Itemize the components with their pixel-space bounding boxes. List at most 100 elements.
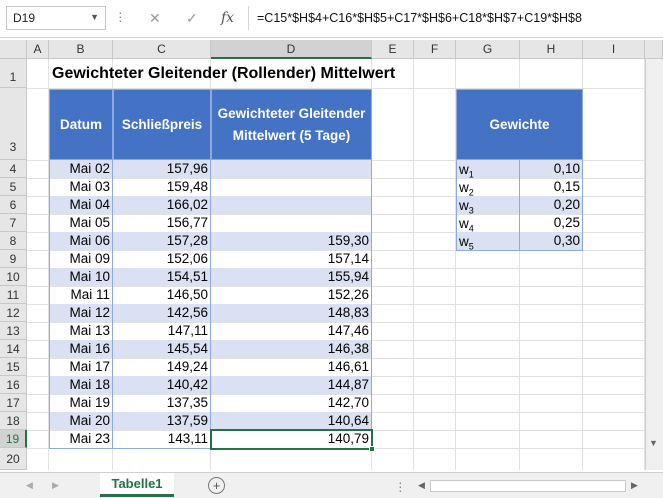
row-header-12[interactable]: 12 — [0, 304, 27, 322]
scroll-left-icon[interactable]: ◀ — [418, 480, 425, 491]
wma-cell[interactable]: 157,14 — [211, 250, 372, 268]
wma-cell[interactable]: 147,46 — [211, 322, 372, 340]
selected-cell-d19[interactable] — [210, 429, 373, 450]
date-cell[interactable]: Mai 19 — [49, 394, 113, 412]
wma-cell[interactable]: 146,38 — [211, 340, 372, 358]
fill-handle[interactable] — [369, 446, 375, 452]
select-all-corner[interactable] — [0, 40, 27, 59]
row-header-19[interactable]: 19 — [0, 430, 27, 448]
price-cell[interactable]: 159,48 — [113, 178, 211, 196]
row-header-15[interactable]: 15 — [0, 358, 27, 376]
column-header-h[interactable]: H — [520, 40, 583, 59]
price-cell[interactable]: 146,50 — [113, 286, 211, 304]
confirm-icon[interactable]: ✓ — [186, 10, 198, 27]
row-header-5[interactable]: 5 — [0, 178, 27, 196]
price-cell[interactable]: 154,51 — [113, 268, 211, 286]
weight-value[interactable]: 0,15 — [520, 178, 583, 196]
weight-value[interactable]: 0,30 — [520, 232, 583, 250]
wma-cell[interactable]: 142,70 — [211, 394, 372, 412]
row-header-14[interactable]: 14 — [0, 340, 27, 358]
price-cell[interactable]: 145,54 — [113, 340, 211, 358]
date-cell[interactable]: Mai 02 — [49, 160, 113, 178]
column-header-i[interactable]: I — [583, 40, 645, 59]
wma-cell[interactable]: 159,30 — [211, 232, 372, 250]
weight-label[interactable]: w2 — [457, 178, 519, 196]
column-header-b[interactable]: B — [49, 40, 113, 59]
formula-input[interactable]: =C15*$H$4+C16*$H$5+C17*$H$6+C18*$H$7+C19… — [248, 6, 658, 30]
price-cell[interactable]: 147,11 — [113, 322, 211, 340]
next-sheet-icon[interactable]: ▶ — [52, 480, 59, 491]
price-cell[interactable]: 142,56 — [113, 304, 211, 322]
row-header-20[interactable]: 20 — [0, 448, 27, 470]
weight-label[interactable]: w4 — [457, 214, 519, 232]
scroll-right-icon[interactable]: ▶ — [631, 480, 638, 491]
wma-cell[interactable] — [211, 196, 372, 214]
price-cell[interactable]: 157,28 — [113, 232, 211, 250]
date-cell[interactable]: Mai 13 — [49, 322, 113, 340]
add-sheet-icon[interactable]: + — [208, 477, 225, 494]
row-header-7[interactable]: 7 — [0, 214, 27, 232]
wma-cell[interactable] — [211, 178, 372, 196]
date-cell[interactable]: Mai 05 — [49, 214, 113, 232]
date-cell[interactable]: Mai 18 — [49, 376, 113, 394]
wma-cell[interactable]: 148,83 — [211, 304, 372, 322]
weight-label[interactable]: w5 — [457, 232, 519, 250]
date-cell[interactable]: Mai 12 — [49, 304, 113, 322]
insert-function-icon[interactable]: fx — [221, 10, 234, 26]
tab-splitter-icon[interactable]: · · · — [398, 475, 404, 497]
scroll-down-icon[interactable]: ▼ — [649, 438, 658, 448]
wma-cell[interactable]: 144,87 — [211, 376, 372, 394]
column-header-f[interactable]: F — [414, 40, 456, 59]
row-header-17[interactable]: 17 — [0, 394, 27, 412]
wma-cell[interactable]: 146,61 — [211, 358, 372, 376]
price-cell[interactable]: 157,96 — [113, 160, 211, 178]
price-cell[interactable]: 137,59 — [113, 412, 211, 430]
row-header-10[interactable]: 10 — [0, 268, 27, 286]
weight-label[interactable]: w1 — [457, 160, 519, 178]
row-header-1[interactable]: 1 — [0, 59, 27, 88]
column-header-e[interactable]: E — [372, 40, 414, 59]
date-cell[interactable]: Mai 16 — [49, 340, 113, 358]
column-header-a[interactable]: A — [27, 40, 49, 59]
row-header-4[interactable]: 4 — [0, 160, 27, 178]
row-header-3[interactable]: 3 — [0, 88, 27, 160]
price-cell[interactable]: 140,42 — [113, 376, 211, 394]
date-cell[interactable]: Mai 11 — [49, 286, 113, 304]
date-cell[interactable]: Mai 17 — [49, 358, 113, 376]
weight-value[interactable]: 0,25 — [520, 214, 583, 232]
row-header-11[interactable]: 11 — [0, 286, 27, 304]
wma-cell[interactable] — [211, 214, 372, 232]
weight-value[interactable]: 0,10 — [520, 160, 583, 178]
row-header-8[interactable]: 8 — [0, 232, 27, 250]
row-header-18[interactable]: 18 — [0, 412, 27, 430]
vertical-scrollbar[interactable] — [645, 59, 663, 470]
wma-cell[interactable] — [211, 160, 372, 178]
date-cell[interactable]: Mai 09 — [49, 250, 113, 268]
row-header-16[interactable]: 16 — [0, 376, 27, 394]
row-header-9[interactable]: 9 — [0, 250, 27, 268]
date-cell[interactable]: Mai 23 — [49, 430, 113, 448]
price-cell[interactable]: 143,11 — [113, 430, 211, 448]
prev-sheet-icon[interactable]: ◀ — [26, 480, 33, 491]
cancel-icon[interactable]: ✕ — [149, 10, 161, 27]
date-cell[interactable]: Mai 10 — [49, 268, 113, 286]
price-cell[interactable]: 166,02 — [113, 196, 211, 214]
horizontal-scrollbar[interactable] — [430, 480, 626, 492]
price-cell[interactable]: 149,24 — [113, 358, 211, 376]
row-header-6[interactable]: 6 — [0, 196, 27, 214]
price-cell[interactable]: 152,06 — [113, 250, 211, 268]
column-header-g[interactable]: G — [456, 40, 520, 59]
date-cell[interactable]: Mai 06 — [49, 232, 113, 250]
weight-value[interactable]: 0,20 — [520, 196, 583, 214]
column-header-c[interactable]: C — [113, 40, 211, 59]
chevron-down-icon[interactable]: ▼ — [90, 12, 99, 22]
row-header-13[interactable]: 13 — [0, 322, 27, 340]
date-cell[interactable]: Mai 20 — [49, 412, 113, 430]
wma-cell[interactable]: 155,94 — [211, 268, 372, 286]
name-box[interactable]: D19 ▼ — [6, 6, 106, 30]
price-cell[interactable]: 156,77 — [113, 214, 211, 232]
date-cell[interactable]: Mai 04 — [49, 196, 113, 214]
wma-cell[interactable]: 152,26 — [211, 286, 372, 304]
column-header-d[interactable]: D — [211, 40, 372, 59]
drag-handle-icon[interactable]: · · · — [118, 5, 124, 27]
